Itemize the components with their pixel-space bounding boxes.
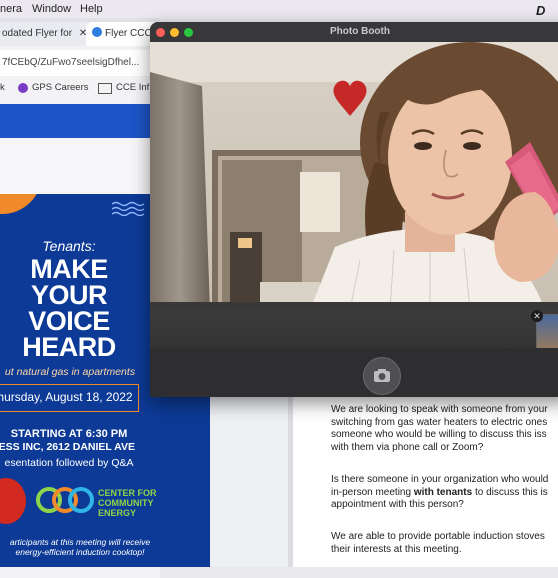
wave-decoration-icon [112,201,145,216]
address-bar[interactable]: 7fCEbQ/ZuFwo7seelsigDfhel... [0,50,162,76]
photo-strip [150,310,558,348]
doc-bold-text: with tenants [413,486,473,498]
doc-line: We are looking to speak with someone fro… [331,404,548,415]
flyer-location: CESS INC, 2612 DANIEL AVE [0,441,135,453]
flyer-headline-line: YOUR [30,280,108,310]
footer-line: energy-efficient induction cooktop! [15,547,145,557]
doc-line-bold: in-person meeting with tenants to discus… [331,487,558,500]
center-line: COMMUNITY [98,498,154,508]
title-bar[interactable]: Photo Booth [150,22,558,42]
center-for-community-energy: CENTER FOR COMMUNITY ENERGY [98,488,178,518]
menu-item-window[interactable]: Window [32,3,71,15]
bookmark-item[interactable]: k [0,82,5,93]
flyer-headline-line: MAKE [30,254,108,284]
doc-line: with them via phone call or Zoom? [331,441,484,453]
take-photo-button[interactable] [363,357,401,395]
page-strip [0,138,160,194]
menubar-app-icon[interactable]: D [536,3,545,18]
control-bar [150,348,558,397]
tab-flyer-ccc[interactable]: Flyer CCC [86,22,160,46]
footer-line: articipants at this meeting will receive [9,537,151,547]
doc-line: appointment with this person? [331,499,464,510]
folder-icon [98,83,112,94]
email-document: We are looking to speak with someone fro… [293,390,558,567]
cce-logo-icon [36,487,94,513]
flyer-date: hursday, August 18, 2022 [0,390,133,404]
menu-bar: nera Window Help [0,0,558,18]
tab-label: odated Flyer for [2,28,73,39]
center-line: CENTER FOR [98,488,157,498]
bookmarks-bar: k GPS Careers CCE Inf [0,78,160,98]
tab-label: Flyer CCC [105,28,152,39]
bookmark-cce-info[interactable]: CCE Inf [116,82,149,93]
flyer-start-time: STARTING AT 6:30 PM [10,428,128,440]
orange-shape [0,194,42,214]
doc-line: their interests at this meeting. [331,543,462,555]
flyer-footer: articipants at this meeting will receive… [0,537,170,557]
flyer-headline-line: HEARD [22,332,116,362]
doc-line: Is there someone in your organization wh… [331,474,549,485]
doc-line: switching from gas water heaters to elec… [331,416,548,428]
window-title: Photo Booth [330,26,390,37]
camera-icon [374,369,390,382]
menu-item-app[interactable]: nera [0,3,22,15]
thumbnail-delete-icon[interactable]: ✕ [531,310,543,322]
flyer-tenants: Tenants: [42,238,96,254]
org-logo [0,478,26,524]
doc-line: someone who would be willing to discuss … [331,429,547,440]
flyer-headline-line: VOICE [28,306,110,336]
doc-line: We are able to provide portable inductio… [331,531,545,542]
camera-preview [150,42,558,310]
bookmark-gps-careers[interactable]: GPS Careers [32,82,89,93]
doc-text: in-person meeting [331,486,414,498]
site-header-bar [0,104,160,138]
center-line: ENERGY [98,508,137,518]
flyer-subtitle: ut natural gas in apartments [4,366,136,378]
tab-updated-flyer[interactable]: odated Flyer for ✕ [0,22,88,46]
doc-text: to discuss this is [472,486,548,498]
gps-icon [18,83,28,93]
flyer-presentation: esentation followed by Q&A [4,457,134,469]
tab-favicon-icon [92,27,102,37]
menu-item-help[interactable]: Help [80,3,103,15]
photo-booth-window: Photo Booth ✕ [150,22,558,397]
